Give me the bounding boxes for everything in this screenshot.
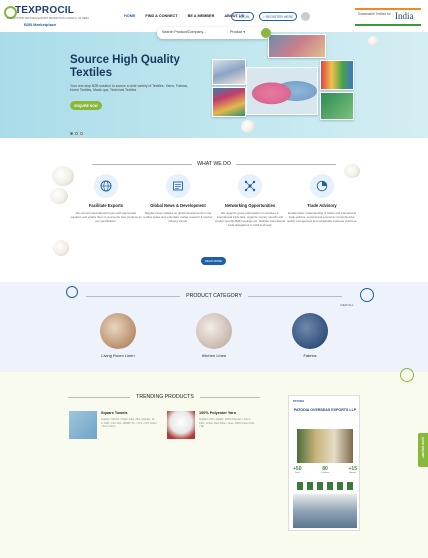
- hero-image-fabric-pile: [212, 87, 246, 117]
- banner-image-bottom: [293, 494, 357, 528]
- cotton-boll-decoration: [241, 120, 255, 133]
- cotton-boll-decoration: [53, 240, 69, 256]
- feature-networking: Networking Opportunities We organize gro…: [214, 174, 286, 227]
- category-label: Kitchen Linen: [201, 353, 227, 358]
- main-nav: HOME FIND A CONNECT BE A MEMBER ABOUT US: [124, 14, 244, 18]
- feature-title: Facilitate Exports: [88, 203, 124, 208]
- hero-title: Source High Quality Textiles: [70, 54, 180, 79]
- logo-tagline: THE COTTON TEXTILES EXPORT PROMOTION COU…: [7, 17, 90, 20]
- cotton-branch-decoration: [368, 36, 378, 46]
- register-label: REGISTER HERE: [265, 14, 294, 19]
- partner-logo[interactable]: Sustainable Textiles for India: [355, 8, 421, 26]
- feature-text: We connect international buyers with app…: [70, 211, 142, 223]
- register-button[interactable]: ○ REGISTER HERE: [259, 12, 297, 21]
- product-description: Supplier: XXX • Quality: 100% Polyester …: [199, 418, 255, 429]
- banner-title: PATODIA OVERSEAS EXPORTS LLP: [293, 408, 357, 412]
- feature-title: Trade Advisory: [307, 203, 337, 208]
- feature-text: Regular timely updates on global develop…: [143, 211, 213, 223]
- feature-global-news: Global News & Development Regular timely…: [142, 174, 214, 223]
- feature-text: We organize group participation of membe…: [215, 211, 285, 227]
- feature-facilitate-exports: Facilitate Exports We connect internatio…: [70, 174, 142, 223]
- hero-image-fabric-swatches: [212, 59, 246, 85]
- banner-stat: 80 Countries: [321, 466, 330, 474]
- product-category-section: PRODUCT CATEGORY Living Room Linen Kitch…: [0, 282, 428, 372]
- search-button[interactable]: [261, 28, 271, 38]
- product-category-title: PRODUCT CATEGORY: [186, 293, 242, 299]
- product-card-polyester-yarn[interactable]: 100% Polyester Yarn Supplier: XXX • Qual…: [167, 411, 259, 441]
- carousel-dot[interactable]: [75, 132, 78, 135]
- category-fabrics[interactable]: Fabrics: [280, 313, 340, 358]
- product-image: [69, 411, 97, 439]
- search-type-value: Product: [230, 30, 243, 34]
- globe-icon: [94, 174, 118, 198]
- nav-find-a-connect[interactable]: FIND A CONNECT: [145, 14, 177, 18]
- banner-stats: +50 Years 80 Countries +15 Awards: [293, 466, 357, 474]
- product-image: [167, 411, 195, 439]
- cotton-boll-decoration: [50, 188, 68, 204]
- login-label: LOGIN: [238, 14, 250, 19]
- category-image: [292, 313, 328, 349]
- login-button[interactable]: ○ LOGIN: [231, 12, 254, 21]
- logo-text: TEXPROCIL: [15, 5, 75, 16]
- trending-section: TRENDING PRODUCTS Square Towels Supplier…: [0, 368, 428, 558]
- advertisement-banner[interactable]: PATODIA PATODIA OVERSEAS EXPORTS LLP +50…: [288, 395, 360, 531]
- category-living-room-linen[interactable]: Living Room Linen: [88, 313, 148, 358]
- nav-home[interactable]: HOME: [124, 14, 135, 18]
- category-kitchen-linen[interactable]: Kitchen Linen: [184, 313, 244, 358]
- texprocil-logo[interactable]: TEXPROCIL THE COTTON TEXTILES EXPORT PRO…: [4, 4, 89, 30]
- stat-label: Years: [294, 472, 300, 474]
- hero-image-fabric-rolls: [268, 34, 326, 58]
- search-type-select[interactable]: Product ▾: [230, 30, 245, 34]
- divider: [236, 164, 336, 165]
- quick-enquiry-tab[interactable]: QUICK ENQUIRY: [418, 433, 428, 467]
- carousel-dot[interactable]: [80, 132, 83, 135]
- banner-brand: PATODIA: [293, 400, 305, 403]
- avatar[interactable]: [301, 12, 310, 21]
- feature-title: Global News & Development: [150, 203, 206, 208]
- hero-banner: Source High Quality Textiles Your one-st…: [0, 32, 428, 138]
- network-icon: [238, 174, 262, 198]
- user-icon: ○: [235, 14, 238, 19]
- carousel-dots: [70, 132, 83, 135]
- category-label: Fabrics: [303, 353, 317, 358]
- divider: [248, 296, 342, 297]
- partner-logo-small: Sustainable Textiles for: [358, 12, 391, 16]
- banner-logos: [297, 482, 353, 490]
- user-add-icon: ○: [262, 14, 265, 19]
- category-label: Living Room Linen: [101, 353, 135, 358]
- feature-title: Networking Opportunities: [224, 203, 276, 208]
- hero-image-yarn-spools: [320, 60, 354, 90]
- hero-image-green-textile: [320, 92, 354, 120]
- divider: [200, 397, 260, 398]
- read-more-button[interactable]: READ MORE: [201, 257, 226, 265]
- stat-label: Countries: [320, 472, 330, 474]
- hero-text: Your one-stop B2B solution to source a w…: [70, 84, 189, 93]
- feature-trade-advisory: Trade Advisory Enable better understandi…: [286, 174, 358, 223]
- banner-stat: +15 Awards: [349, 466, 357, 474]
- search-input[interactable]: Search Product/Company...: [162, 30, 206, 34]
- product-card-square-towels[interactable]: Square Towels Supplier: XXXXX • Origin: …: [69, 411, 161, 441]
- banner-stat: +50 Years: [293, 466, 301, 474]
- logo-subtitle: B2B Marketplace: [24, 22, 57, 27]
- category-image: [196, 313, 232, 349]
- category-image: [100, 313, 136, 349]
- stat-label: Awards: [349, 472, 357, 474]
- news-icon: [166, 174, 190, 198]
- thread-decoration: [400, 368, 414, 382]
- banner-image: [297, 429, 353, 463]
- partner-logo-big: India: [395, 11, 414, 21]
- view-all-link[interactable]: VIEW ALL: [340, 303, 354, 307]
- feature-text: Enable better understanding of Indian an…: [286, 211, 358, 223]
- product-name: Square Towels: [101, 411, 128, 415]
- quick-enquiry-label: QUICK ENQUIRY: [421, 437, 424, 458]
- search-bar: Search Product/Company... Product ▾: [157, 27, 271, 39]
- enquire-now-button[interactable]: ENQUIRE NOW: [70, 101, 102, 110]
- hero-image-yarn-cones: [246, 67, 318, 115]
- nav-be-a-member[interactable]: BE A MEMBER: [188, 14, 215, 18]
- product-description: Supplier: XXXXX • Origin: India • Min. Q…: [101, 418, 157, 429]
- carousel-dot[interactable]: [70, 132, 73, 135]
- chart-pie-icon: [310, 174, 334, 198]
- product-name: 100% Polyester Yarn: [199, 411, 237, 415]
